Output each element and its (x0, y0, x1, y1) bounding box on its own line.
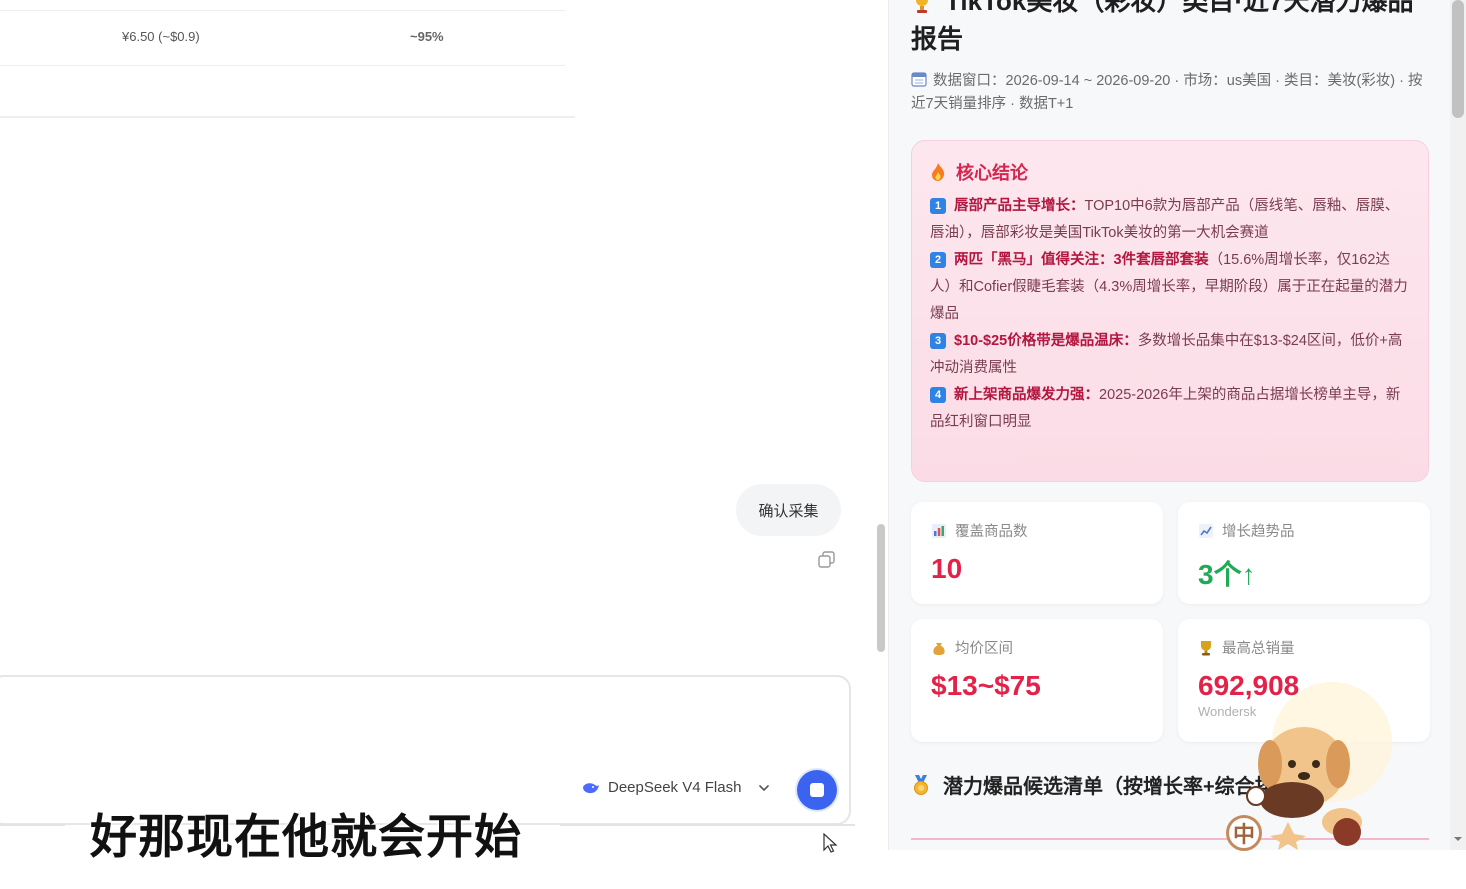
model-selector[interactable]: DeepSeek V4 Flash (582, 779, 771, 796)
stat-card-price-range: 均价区间 $13~$75 (911, 619, 1163, 742)
flame-icon (932, 163, 945, 181)
table-cell-price: ¥6.50 (~$0.9) (122, 29, 200, 44)
video-subtitle: 好那现在他就会开始 (90, 810, 522, 865)
trend-chart-icon (1199, 523, 1213, 538)
report-title: TikTok美妆（彩妆）类目·近7天潜力爆品报告 (911, 0, 1431, 58)
report-title-text: TikTok美妆（彩妆）类目·近7天潜力爆品报告 (911, 0, 1414, 54)
chat-scrollbar[interactable] (877, 524, 885, 652)
stat-value: $13~$75 (931, 670, 1041, 701)
bottom-band (888, 850, 1466, 889)
model-name: DeepSeek V4 Flash (608, 779, 742, 796)
medal-icon (914, 775, 928, 795)
stop-generation-button[interactable] (797, 770, 837, 810)
conclusion-point: 1 唇部产品主导增长：TOP10中6款为唇部产品（唇线笔、唇釉、唇膜、唇油），唇部… (930, 193, 1410, 247)
stat-label: 增长趋势品 (1222, 524, 1295, 540)
deepseek-whale-icon (583, 782, 599, 793)
trophy-icon (916, 0, 928, 14)
user-message-text: 确认采集 (758, 502, 819, 520)
sticker-character: 中 (1226, 815, 1262, 851)
point-highlight: 两匹「黑马」值得关注：3件套唇部套装 (954, 252, 1209, 268)
chevron-down-icon (759, 784, 770, 791)
copy-icon[interactable] (818, 551, 835, 568)
mouse-cursor-icon (823, 833, 838, 853)
conclusion-point: 4 新上架商品爆发力强：2025-2026年上架的商品占据增长榜单主导，新品红利窗… (930, 382, 1410, 436)
stat-label: 均价区间 (955, 641, 1013, 657)
number-badge: 2 (930, 252, 946, 268)
point-highlight: 唇部产品主导增长： (954, 198, 1085, 214)
scroll-down-arrow-icon[interactable] (1453, 834, 1463, 844)
divider (0, 116, 575, 118)
conclusion-point: 2 两匹「黑马」值得关注：3件套唇部套装（15.6%周增长率，仅162达人）和Co… (930, 247, 1410, 328)
money-bag-icon (933, 642, 945, 655)
number-badge: 4 (930, 387, 946, 403)
bar-chart-icon (932, 523, 946, 538)
stat-value: 10 (931, 553, 963, 584)
stop-icon (810, 783, 824, 797)
report-meta-text: 数据窗口：2026-09-14 ~ 2026-09-20 · 市场：us美国 ·… (911, 73, 1423, 112)
user-message-bubble: 确认采集 (736, 484, 841, 536)
conclusion-heading-text: 核心结论 (956, 163, 1028, 183)
stat-label: 最高总销量 (1222, 641, 1295, 657)
core-conclusion-card: 核心结论 1 唇部产品主导增长：TOP10中6款为唇部产品（唇线笔、唇釉、唇膜、唇… (911, 140, 1429, 482)
conclusion-point: 3 $10-$25价格带是爆品温床：多数增长品集中在$13-$24区间，低价+高冲… (930, 328, 1410, 382)
report-scrollbar-track[interactable] (1450, 0, 1466, 850)
subtitle-rule-right (560, 824, 855, 826)
stat-card-products: 覆盖商品数 10 (911, 502, 1163, 604)
report-scrollbar-thumb[interactable] (1452, 0, 1464, 118)
stat-card-growth: 增长趋势品 3个↑ (1178, 502, 1430, 604)
conclusion-heading: 核心结论 (930, 159, 1410, 185)
number-badge: 3 (930, 333, 946, 349)
number-badge: 1 (930, 198, 946, 214)
chat-pane: ¥6.50 (~$0.9) ~95% 确认采集 DeepSeek V4 Flas… (0, 0, 888, 889)
calendar-icon (911, 72, 927, 87)
table-cell-rate: ~95% (410, 29, 444, 44)
point-highlight: 新上架商品爆发力强： (954, 387, 1099, 403)
stat-label: 覆盖商品数 (955, 524, 1028, 540)
subtitle-rule-left (0, 824, 65, 826)
table-row: ¥6.50 (~$0.9) ~95% (0, 10, 565, 66)
point-highlight: $10-$25价格带是爆品温床： (954, 333, 1138, 349)
trophy-icon (1201, 640, 1211, 655)
report-meta: 数据窗口：2026-09-14 ~ 2026-09-20 · 市场：us美国 ·… (911, 70, 1431, 116)
stat-value: 3个↑ (1198, 559, 1256, 590)
